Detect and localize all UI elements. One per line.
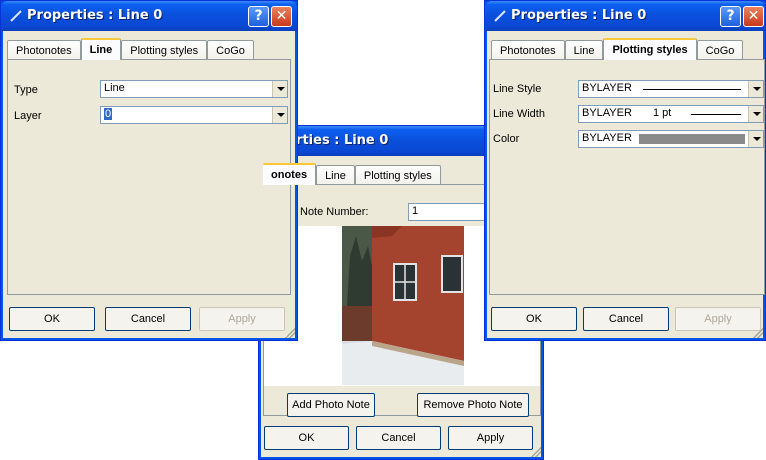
apply-button[interactable]: Apply <box>675 307 761 331</box>
tab-panel: Line Style BYLAYER Line Width BYLAYER 1 … <box>489 59 765 295</box>
line-style-dropdown[interactable]: BYLAYER <box>578 80 764 98</box>
tab-line[interactable]: Line <box>80 38 122 60</box>
line-width-pt: 1 pt <box>653 107 672 119</box>
ok-button[interactable]: OK <box>264 426 349 450</box>
dropdown-arrow-icon[interactable] <box>748 131 763 147</box>
line-preview <box>643 89 741 90</box>
type-dropdown[interactable]: Line <box>100 80 288 98</box>
tab-panel: Type Line Layer 0 <box>7 59 291 295</box>
tab-strip: onotes Line Plotting styles <box>263 163 441 185</box>
add-photo-note-button[interactable]: Add Photo Note <box>287 393 375 417</box>
help-icon[interactable]: ? <box>720 6 741 27</box>
tab-line[interactable]: Line <box>564 40 604 60</box>
properties-window-left: Properties : Line 0 ? ✕ Photonotes Line … <box>0 0 298 341</box>
layer-label: Layer <box>14 110 42 122</box>
tab-photonotes[interactable]: Photonotes <box>7 40 81 60</box>
resize-grip[interactable] <box>531 447 541 457</box>
apply-button[interactable]: Apply <box>448 426 533 450</box>
dropdown-arrow-icon[interactable] <box>748 81 763 97</box>
tab-cogo[interactable]: CoGo <box>207 40 254 60</box>
layer-value: 0 <box>104 108 113 120</box>
properties-icon <box>10 10 22 22</box>
color-swatch <box>639 134 745 144</box>
tab-line[interactable]: Line <box>316 165 355 185</box>
line-style-value: BYLAYER <box>582 82 632 94</box>
tab-photonotes[interactable]: onotes <box>263 163 317 185</box>
note-number-label: Note Number: <box>300 206 369 218</box>
color-label: Color <box>493 133 520 145</box>
resize-grip[interactable] <box>285 328 295 338</box>
window-title: Properties : Line 0 <box>27 8 163 23</box>
tab-plotting-styles[interactable]: Plotting styles <box>603 38 697 60</box>
ok-button[interactable]: OK <box>9 307 95 331</box>
cancel-button[interactable]: Cancel <box>105 307 191 331</box>
photo-note-image <box>342 226 464 385</box>
color-dropdown[interactable]: BYLAYER <box>578 130 764 148</box>
line-style-label: Line Style <box>493 83 542 95</box>
properties-icon <box>494 10 506 22</box>
tab-cogo[interactable]: CoGo <box>696 40 744 60</box>
resize-grip[interactable] <box>753 328 763 338</box>
apply-button[interactable]: Apply <box>199 307 285 331</box>
dropdown-arrow-icon[interactable] <box>272 107 287 123</box>
close-icon[interactable]: ✕ <box>743 6 764 27</box>
title-bar[interactable]: Properties : Line 0 ? ✕ <box>485 1 765 31</box>
remove-photo-note-button[interactable]: Remove Photo Note <box>417 393 529 417</box>
tab-strip: Photonotes Line Plotting styles CoGo <box>491 38 744 60</box>
cancel-button[interactable]: Cancel <box>583 307 669 331</box>
title-bar[interactable]: Properties : Line 0 ? ✕ <box>1 1 297 31</box>
type-value: Line <box>104 82 125 94</box>
tab-plotting-styles[interactable]: Plotting styles <box>121 40 208 60</box>
cancel-button[interactable]: Cancel <box>356 426 441 450</box>
tab-strip: Photonotes Line Plotting styles CoGo <box>7 38 254 60</box>
help-icon[interactable]: ? <box>248 6 269 27</box>
type-label: Type <box>14 84 38 96</box>
properties-window-right: Properties : Line 0 ? ✕ Photonotes Line … <box>484 0 766 341</box>
line-width-label: Line Width <box>493 108 545 120</box>
dropdown-arrow-icon[interactable] <box>272 81 287 97</box>
tab-photonotes[interactable]: Photonotes <box>491 40 565 60</box>
close-icon[interactable]: ✕ <box>271 6 292 27</box>
line-width-dropdown[interactable]: BYLAYER 1 pt <box>578 105 764 123</box>
line-width-value: BYLAYER <box>582 107 632 119</box>
dropdown-arrow-icon[interactable] <box>748 106 763 122</box>
ok-button[interactable]: OK <box>491 307 577 331</box>
window-title: Properties : Line 0 <box>511 8 647 23</box>
layer-dropdown[interactable]: 0 <box>100 106 288 124</box>
color-value: BYLAYER <box>582 132 632 144</box>
line-width-preview <box>691 114 741 115</box>
tab-plotting-styles[interactable]: Plotting styles <box>354 165 441 185</box>
